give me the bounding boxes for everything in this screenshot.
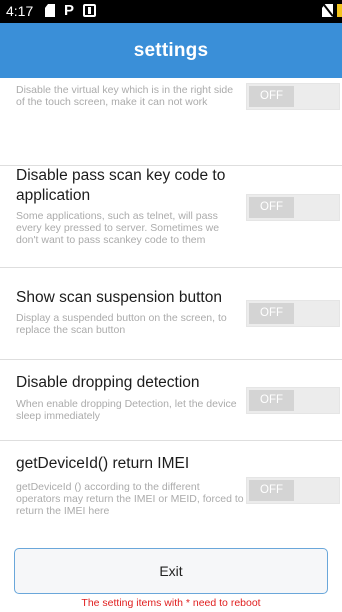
toggle-switch[interactable]: OFF <box>246 300 340 327</box>
setting-title: Show scan suspension button <box>16 289 222 306</box>
no-sim-icon <box>322 4 333 17</box>
document-icon <box>45 4 55 17</box>
toggle-switch[interactable]: OFF <box>246 194 340 221</box>
setting-title: getDeviceId() return IMEI <box>16 455 190 472</box>
status-time: 4:17 <box>6 3 34 19</box>
setting-description: Some applications, such as telnet, will … <box>16 210 220 246</box>
status-bar: 4:17 P <box>0 0 342 23</box>
exit-button[interactable]: Exit <box>14 548 328 594</box>
toggle-switch[interactable]: OFF <box>246 387 340 414</box>
setting-disable-virtual-key[interactable]: Disable the virtual key which is in the … <box>0 78 342 166</box>
setting-description: Display a suspended button on the screen… <box>16 312 227 336</box>
setting-disable-dropping-detection[interactable]: Disable dropping detection When enable d… <box>0 360 342 441</box>
toggle-knob: OFF <box>249 86 294 107</box>
settings-list[interactable]: Disable the virtual key which is in the … <box>0 78 342 538</box>
toggle-knob: OFF <box>249 303 294 324</box>
battery-icon <box>337 4 342 17</box>
reboot-note: The setting items with * need to reboot <box>81 597 261 609</box>
toggle-knob: OFF <box>249 480 294 501</box>
setting-disable-pass-scan-key[interactable]: Disable pass scan key code to applicatio… <box>0 166 342 268</box>
setting-description: Disable the virtual key which is in the … <box>16 84 234 108</box>
setting-title: Disable dropping detection <box>16 374 200 391</box>
setting-show-scan-suspension-button[interactable]: Show scan suspension button Display a su… <box>0 268 342 360</box>
toggle-knob: OFF <box>249 390 294 411</box>
toggle-switch[interactable]: OFF <box>246 477 340 504</box>
toggle-switch[interactable]: OFF <box>246 83 340 110</box>
setting-title: Disable pass scan key code to applicatio… <box>16 167 226 204</box>
sim-card-icon <box>83 4 96 17</box>
toggle-knob: OFF <box>249 197 294 218</box>
page-title: settings <box>133 40 209 61</box>
parking-icon: P <box>64 2 75 19</box>
setting-description: When enable dropping Detection, let the … <box>16 398 237 422</box>
setting-getdeviceid-return-imei[interactable]: getDeviceId() return IMEI getDeviceId ()… <box>0 441 342 538</box>
app-bar: settings <box>0 23 342 78</box>
setting-description: getDeviceId () according to the differen… <box>16 481 244 517</box>
